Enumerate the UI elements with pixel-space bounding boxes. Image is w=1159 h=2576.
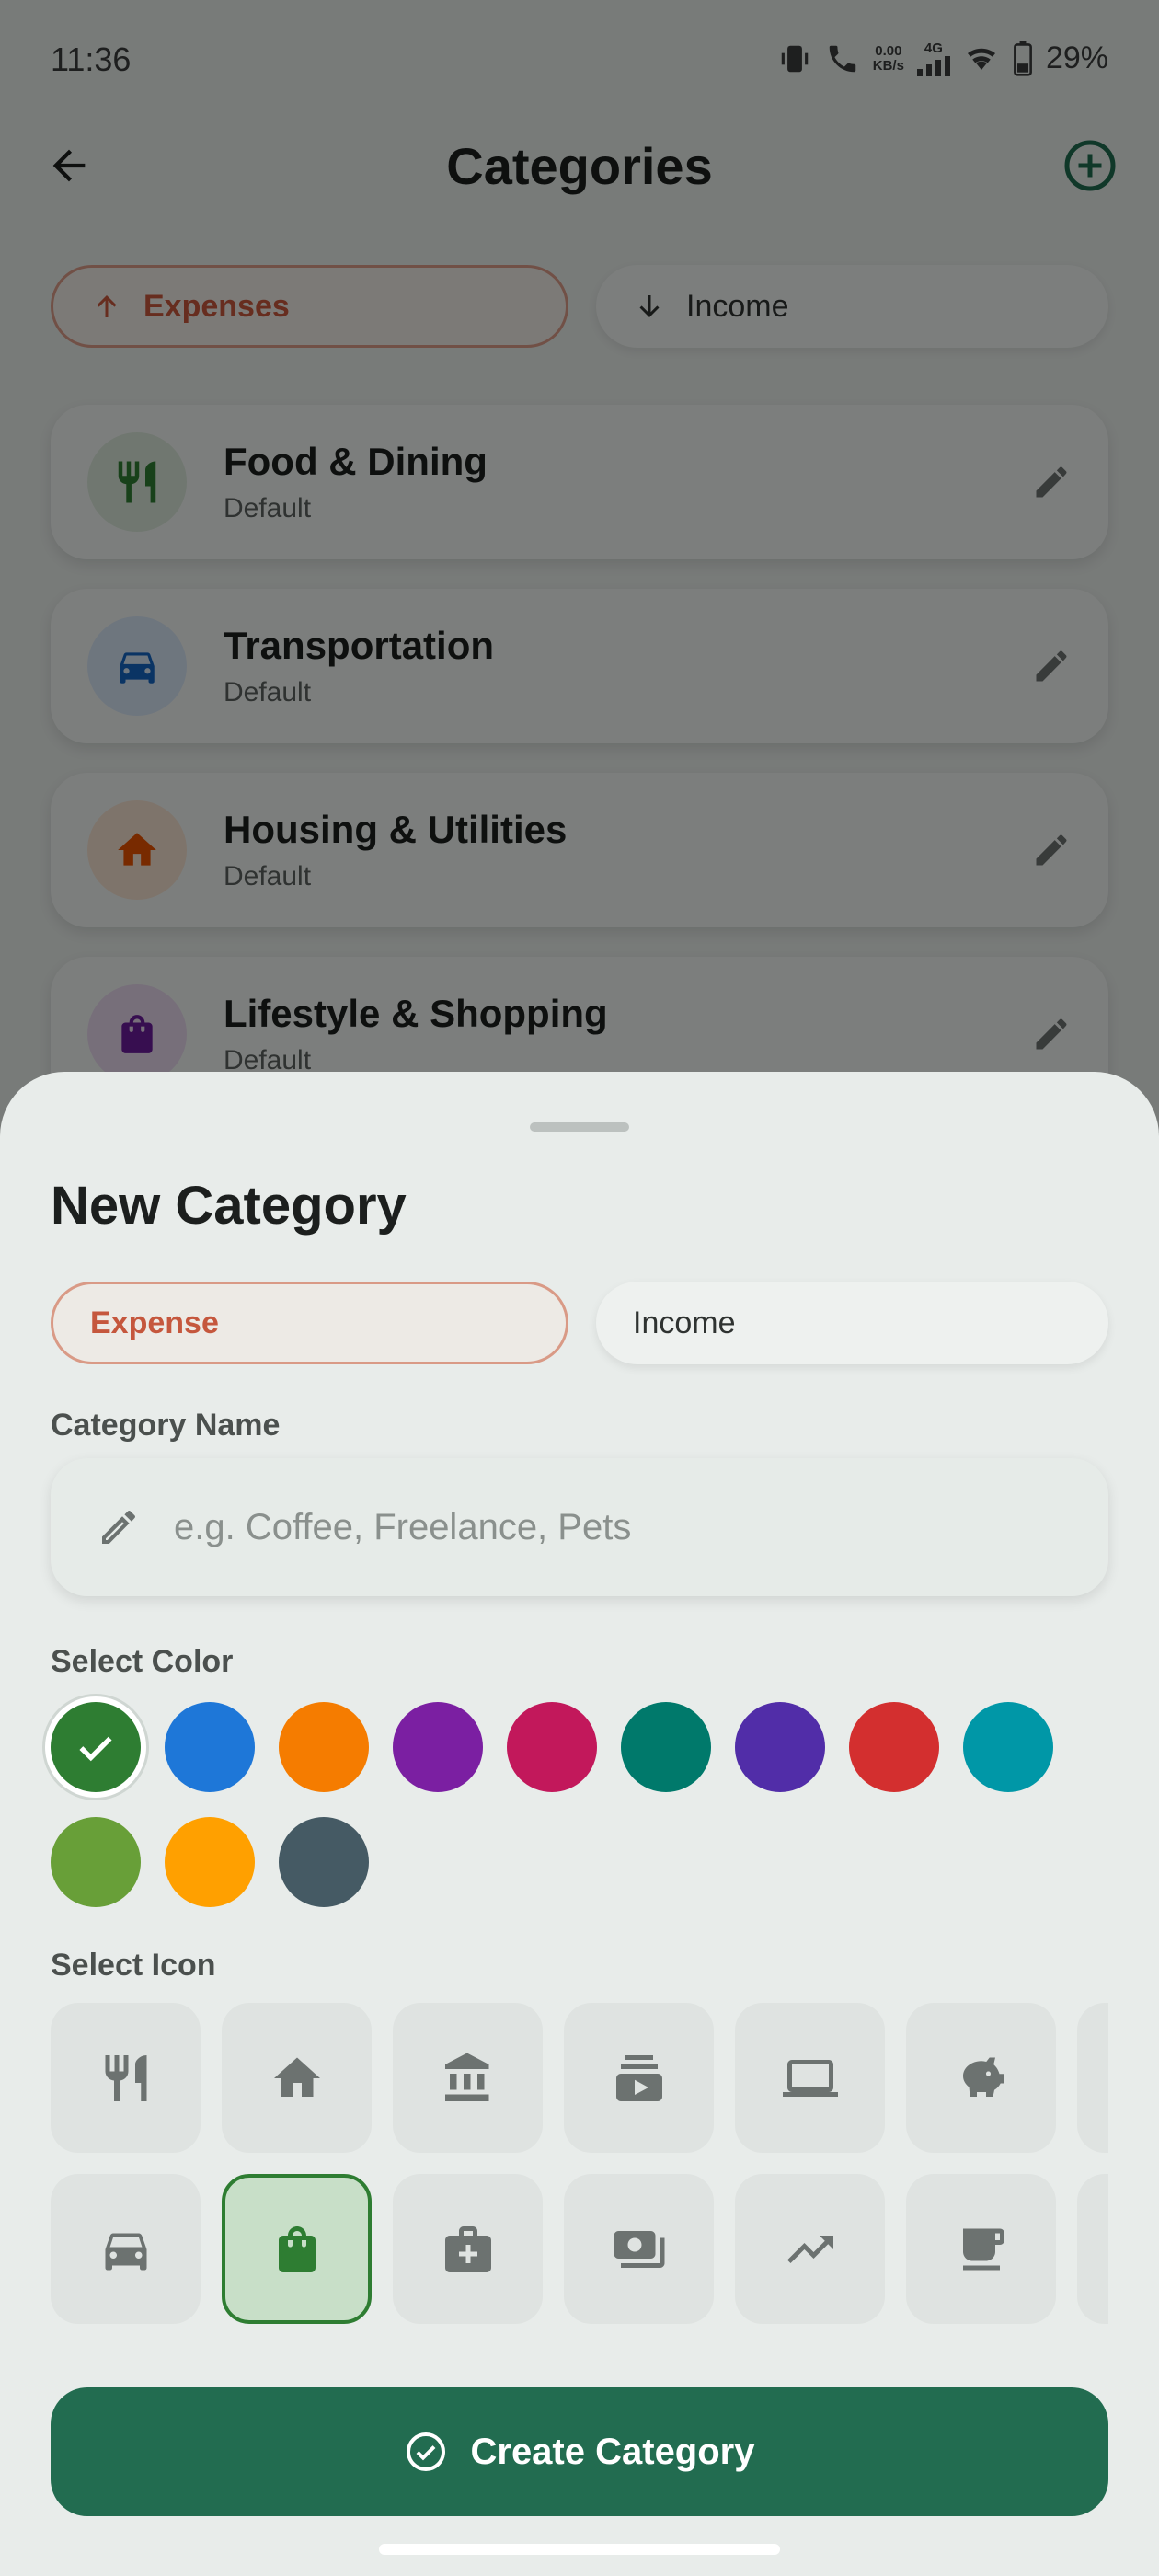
- icon-picker: [51, 2003, 1108, 2334]
- create-category-button[interactable]: Create Category: [51, 2387, 1108, 2516]
- pencil-icon: [102, 1511, 135, 1544]
- icon-option[interactable]: [906, 2174, 1056, 2324]
- check-circle-icon: [407, 2432, 446, 2471]
- icon-option[interactable]: [393, 2174, 543, 2324]
- category-name-label: Category Name: [51, 1408, 281, 1443]
- icon-option[interactable]: [906, 2003, 1056, 2153]
- category-name-input[interactable]: [174, 1506, 1002, 1548]
- color-swatch[interactable]: [963, 1702, 1053, 1792]
- payments-icon: [614, 2230, 664, 2268]
- icon-option[interactable]: [393, 2003, 543, 2153]
- new-category-sheet: New Category Expense Income Category Nam…: [0, 1072, 1159, 2576]
- check-icon: [79, 1736, 112, 1762]
- laptop-icon: [782, 2059, 838, 2097]
- color-swatch[interactable]: [621, 1702, 711, 1792]
- color-swatch[interactable]: [165, 1702, 255, 1792]
- piggy-bank-icon: [962, 2057, 1004, 2097]
- color-swatch[interactable]: [165, 1817, 255, 1907]
- coffee-icon: [962, 2228, 1004, 2270]
- gesture-nav-bar: [379, 2544, 780, 2555]
- color-swatch[interactable]: [51, 1817, 141, 1907]
- car-icon: [105, 2233, 146, 2270]
- select-icon-label: Select Icon: [51, 1948, 216, 1983]
- fork-knife-icon: [105, 2054, 146, 2101]
- type-expense-label: Expense: [90, 1305, 219, 1340]
- drag-handle[interactable]: [530, 1122, 629, 1132]
- bank-icon: [444, 2053, 488, 2101]
- category-type-toggle: Expense Income: [51, 1282, 1108, 1364]
- medical-bag-icon: [444, 2225, 491, 2272]
- type-income-button[interactable]: Income: [596, 1282, 1108, 1364]
- color-swatch[interactable]: [393, 1702, 483, 1792]
- create-category-label: Create Category: [470, 2431, 755, 2472]
- color-swatch[interactable]: [279, 1702, 369, 1792]
- home-icon: [273, 2057, 320, 2097]
- subscriptions-icon: [615, 2054, 662, 2101]
- icon-option[interactable]: [1077, 2174, 1108, 2324]
- color-swatch[interactable]: [507, 1702, 597, 1792]
- trending-up-icon: [786, 2235, 833, 2263]
- shopping-bag-icon: [278, 2225, 316, 2272]
- icon-option[interactable]: [735, 2174, 885, 2324]
- category-name-field[interactable]: [51, 1458, 1108, 1596]
- color-swatch[interactable]: [735, 1702, 825, 1792]
- icon-option[interactable]: [51, 2003, 201, 2153]
- color-swatch[interactable]: [51, 1702, 141, 1792]
- icon-option[interactable]: [564, 2174, 714, 2324]
- type-income-label: Income: [633, 1305, 736, 1340]
- color-swatch[interactable]: [279, 1817, 369, 1907]
- icon-option[interactable]: [735, 2003, 885, 2153]
- icon-option[interactable]: [222, 2174, 372, 2324]
- icon-option[interactable]: [1077, 2003, 1108, 2153]
- icon-option[interactable]: [51, 2174, 201, 2324]
- color-swatch[interactable]: [849, 1702, 939, 1792]
- icon-option[interactable]: [564, 2003, 714, 2153]
- sheet-title: New Category: [51, 1176, 407, 1236]
- select-color-label: Select Color: [51, 1644, 234, 1679]
- type-expense-button[interactable]: Expense: [51, 1282, 568, 1364]
- icon-option[interactable]: [222, 2003, 372, 2153]
